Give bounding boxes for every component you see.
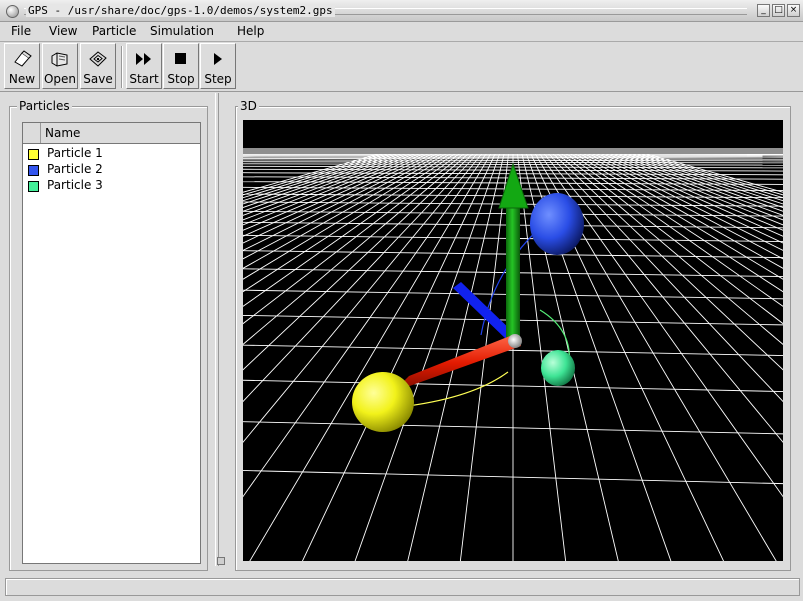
particle-name: Particle 2 bbox=[47, 162, 103, 176]
list-header-name[interactable]: Name bbox=[45, 126, 80, 140]
step-button[interactable]: Step bbox=[200, 43, 236, 89]
menu-help[interactable]: Help bbox=[235, 23, 266, 39]
origin-marker bbox=[508, 334, 522, 348]
particle-1-sphere[interactable] bbox=[352, 372, 414, 432]
stop-button-label: Stop bbox=[167, 72, 195, 86]
close-button[interactable]: × bbox=[787, 4, 800, 17]
particle-3-sphere[interactable] bbox=[541, 350, 575, 386]
menu-view[interactable]: View bbox=[47, 23, 79, 39]
stop-icon bbox=[164, 50, 198, 68]
panel-splitter[interactable] bbox=[215, 93, 219, 566]
menu-simulation[interactable]: Simulation bbox=[148, 23, 216, 39]
new-button[interactable]: New bbox=[4, 43, 40, 89]
particles-list[interactable]: Name Particle 1 Particle 2 Particle 3 bbox=[22, 122, 201, 564]
maximize-button[interactable]: □ bbox=[772, 4, 785, 17]
save-disk-icon bbox=[81, 50, 115, 68]
step-button-label: Step bbox=[204, 72, 232, 86]
grid-line bbox=[592, 149, 783, 231]
horizon-band bbox=[243, 148, 783, 154]
particle-color-swatch bbox=[28, 149, 39, 160]
grid-line bbox=[612, 149, 783, 208]
list-header: Name bbox=[23, 123, 200, 144]
fast-forward-icon bbox=[127, 50, 161, 68]
open-folder-icon bbox=[43, 50, 77, 68]
particle-color-swatch bbox=[28, 165, 39, 176]
menu-bar: File View Particle Simulation Help bbox=[0, 22, 803, 42]
list-header-color-column[interactable] bbox=[23, 123, 41, 143]
grid-line bbox=[588, 149, 783, 237]
particles-panel-title: Particles bbox=[17, 99, 72, 113]
particle-name: Particle 3 bbox=[47, 178, 103, 192]
window-menu-icon[interactable] bbox=[6, 5, 19, 18]
toolbar: New Open Save Start Stop Step bbox=[0, 42, 803, 92]
grid-line bbox=[552, 149, 783, 345]
start-button-label: Start bbox=[129, 72, 159, 86]
particle-color-swatch bbox=[28, 181, 39, 192]
splitter-handle[interactable] bbox=[217, 557, 225, 565]
list-item[interactable]: Particle 1 bbox=[27, 146, 197, 162]
toolbar-separator bbox=[121, 46, 123, 88]
y-axis-arrow bbox=[506, 208, 520, 342]
x-axis-arrow bbox=[393, 334, 521, 392]
save-button[interactable]: Save bbox=[80, 43, 116, 89]
particle-name: Particle 1 bbox=[47, 146, 103, 160]
open-button[interactable]: Open bbox=[42, 43, 78, 89]
scene-svg[interactable] bbox=[243, 120, 783, 561]
particle-2-sphere[interactable] bbox=[530, 193, 584, 255]
new-document-icon bbox=[5, 50, 39, 68]
play-step-icon bbox=[201, 50, 235, 68]
view-3d-canvas[interactable] bbox=[243, 120, 783, 561]
grid-line bbox=[572, 149, 783, 269]
stop-button[interactable]: Stop bbox=[163, 43, 199, 89]
menu-particle[interactable]: Particle bbox=[90, 23, 138, 39]
save-button-label: Save bbox=[83, 72, 113, 86]
list-item[interactable]: Particle 2 bbox=[27, 162, 197, 178]
grid-line bbox=[548, 149, 783, 371]
status-bar bbox=[5, 578, 800, 596]
list-item[interactable]: Particle 3 bbox=[27, 178, 197, 194]
title-bar: GPS - /usr/share/doc/gps-1.0/demos/syste… bbox=[0, 0, 803, 22]
grid-line bbox=[608, 149, 783, 212]
grid-line bbox=[596, 149, 783, 226]
open-button-label: Open bbox=[43, 72, 77, 86]
start-button[interactable]: Start bbox=[126, 43, 162, 89]
new-button-label: New bbox=[8, 72, 36, 86]
minimize-button[interactable]: _ bbox=[757, 4, 770, 17]
grid-line bbox=[576, 149, 783, 260]
menu-file[interactable]: File bbox=[9, 23, 33, 39]
grid-line bbox=[600, 149, 783, 221]
view-3d-title: 3D bbox=[238, 99, 259, 113]
window-title: GPS - /usr/share/doc/gps-1.0/demos/syste… bbox=[26, 4, 335, 17]
